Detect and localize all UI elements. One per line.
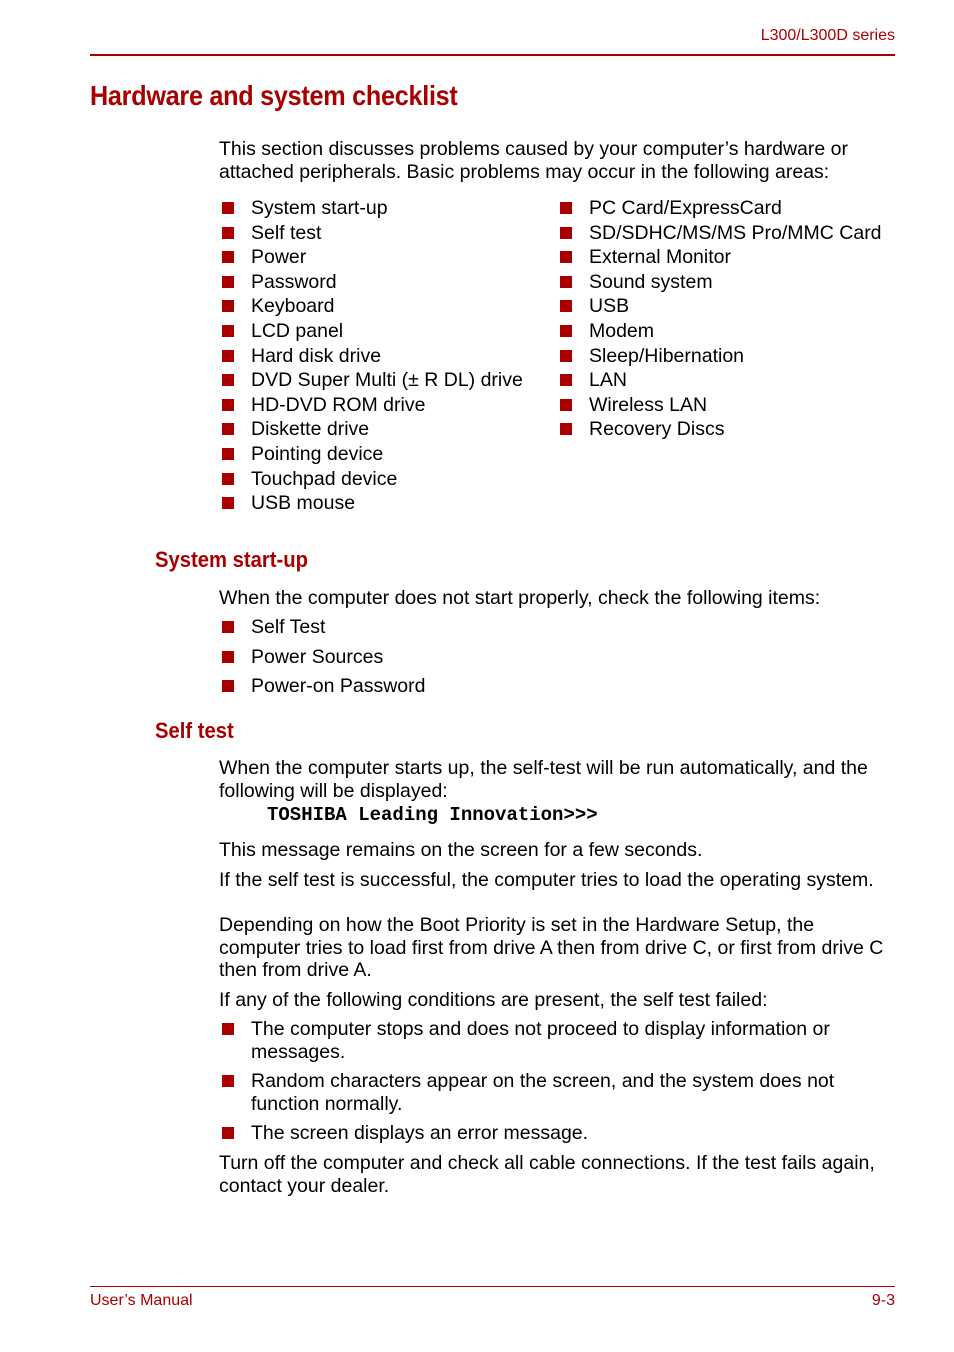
list-item: External Monitor — [557, 246, 882, 271]
bullet-icon — [560, 251, 572, 264]
bullet-icon — [222, 349, 234, 362]
list-item: LAN — [557, 369, 882, 394]
bullet-icon — [222, 1075, 234, 1087]
areas-list-right: PC Card/ExpressCard SD/SDHC/MS/MS Pro/MM… — [557, 197, 882, 443]
list-item: Sleep/Hibernation — [557, 345, 882, 370]
list-item: Touchpad device — [219, 468, 523, 493]
list-item: Hard disk drive — [219, 345, 523, 370]
list-item: Diskette drive — [219, 418, 523, 443]
list-item: Power Sources — [219, 646, 426, 676]
list-item: SD/SDHC/MS/MS Pro/MMC Card — [557, 222, 882, 247]
bullet-icon — [222, 374, 234, 387]
page-number: 9-3 — [871, 1292, 895, 1309]
list-item: Pointing device — [219, 443, 523, 468]
list-item: Sound system — [557, 271, 882, 296]
section-heading-system-startup: System start-up — [155, 547, 308, 572]
bullet-icon — [222, 650, 234, 663]
failure-conditions-list: The computer stops and does not proceed … — [219, 1018, 899, 1145]
intro-paragraph: This section discusses problems caused b… — [219, 138, 848, 183]
list-item: Self Test — [219, 616, 426, 646]
bullet-icon — [222, 1023, 234, 1035]
bullet-icon — [560, 202, 572, 214]
startup-checklist: Self Test Power Sources Power-on Passwor… — [219, 616, 426, 705]
list-item: Recovery Discs — [557, 418, 882, 443]
list-item: Self test — [219, 222, 523, 247]
self-test-p5: Turn off the computer and check all cabl… — [219, 1152, 875, 1197]
self-test-p1: This message remains on the screen for a… — [219, 839, 703, 861]
list-item: USB — [557, 295, 882, 320]
bullet-icon — [560, 324, 572, 337]
bullet-icon — [222, 300, 234, 313]
bullet-icon — [560, 300, 572, 313]
bullet-icon — [560, 275, 572, 288]
list-item: The screen displays an error message. — [219, 1122, 899, 1145]
system-startup-text: When the computer does not start properl… — [219, 587, 821, 609]
bullet-icon — [222, 447, 234, 460]
bullet-icon — [222, 398, 234, 411]
bullet-icon — [222, 423, 234, 436]
self-test-p4: If any of the following conditions are p… — [219, 989, 768, 1011]
startup-display-message: TOSHIBA Leading Innovation>>> — [267, 804, 598, 826]
footer-manual-label: User’s Manual — [90, 1292, 193, 1309]
bullet-icon — [222, 251, 234, 264]
bullet-icon — [560, 423, 572, 436]
list-item: USB mouse — [219, 492, 523, 517]
self-test-p3: Depending on how the Boot Priority is se… — [219, 914, 884, 981]
list-item: System start-up — [219, 197, 523, 222]
bullet-icon — [222, 472, 234, 485]
footer-rule — [90, 1286, 895, 1287]
areas-list-left: System start-up Self test Power Password… — [219, 197, 523, 517]
list-item: Keyboard — [219, 295, 523, 320]
list-item: Power — [219, 246, 523, 271]
bullet-icon — [222, 621, 234, 633]
bullet-icon — [560, 226, 572, 239]
bullet-icon — [222, 226, 234, 239]
bullet-icon — [222, 202, 234, 214]
bullet-icon — [560, 374, 572, 387]
list-item: The computer stops and does not proceed … — [219, 1018, 899, 1063]
bullet-icon — [222, 324, 234, 337]
self-test-p2: If the self test is successful, the comp… — [219, 869, 874, 891]
bullet-icon — [222, 680, 234, 692]
bullet-icon — [222, 275, 234, 288]
header-rule — [90, 54, 895, 56]
bullet-icon — [560, 349, 572, 362]
running-header: L300/L300D series — [760, 27, 895, 44]
section-heading-self-test: Self test — [155, 718, 234, 743]
bullet-icon — [560, 398, 572, 411]
list-item: HD-DVD ROM drive — [219, 394, 523, 419]
list-item: Random characters appear on the screen, … — [219, 1070, 899, 1115]
list-item: Modem — [557, 320, 882, 345]
list-item: DVD Super Multi (± R DL) drive — [219, 369, 523, 394]
list-item: PC Card/ExpressCard — [557, 197, 882, 222]
list-item: Power-on Password — [219, 675, 426, 705]
bullet-icon — [222, 497, 234, 510]
bullet-icon — [222, 1127, 234, 1139]
page-title: Hardware and system checklist — [90, 80, 458, 111]
list-item: Password — [219, 271, 523, 296]
self-test-text: When the computer starts up, the self-te… — [219, 757, 868, 802]
list-item: LCD panel — [219, 320, 523, 345]
list-item: Wireless LAN — [557, 394, 882, 419]
